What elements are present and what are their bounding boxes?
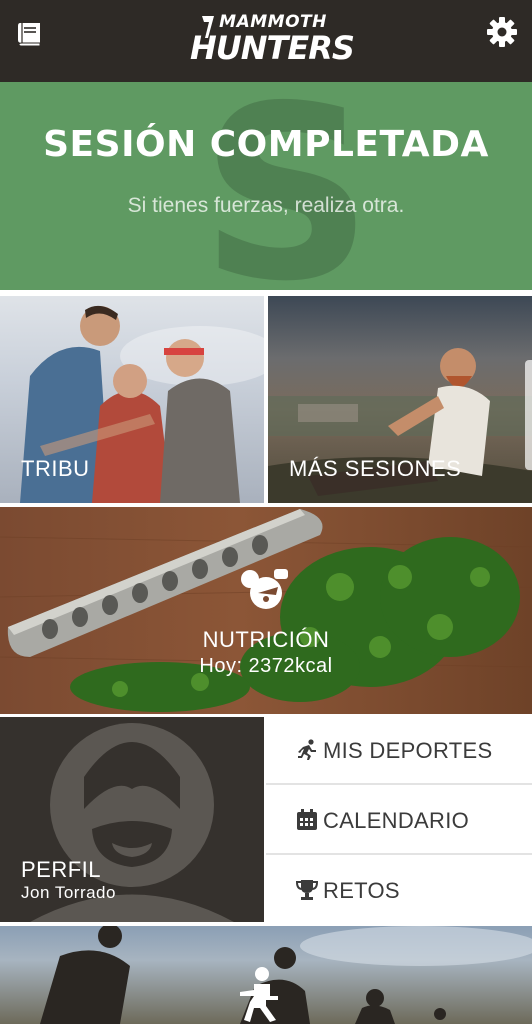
banner-watermark: S: [200, 82, 373, 290]
calendar-icon: [297, 809, 317, 830]
banner-subtitle: Si tienes fuerzas, realiza otra.: [127, 194, 405, 217]
app-logo: MAMMOTH HUNTERS: [190, 14, 355, 74]
menu-item-label: RETOS: [323, 878, 400, 903]
running-icon: [298, 739, 316, 760]
mammoth-tusk-icon: [202, 16, 214, 38]
shortcut-menu: MIS DEPORTES CALENDARIO RETOS: [266, 717, 532, 922]
profile-tile[interactable]: PERFIL Jon Torrado: [0, 717, 264, 922]
banner-title: SESIÓN COMPLETADA: [43, 124, 489, 165]
gear-icon[interactable]: [486, 16, 518, 48]
more-sessions-tile[interactable]: MÁS SESIONES: [268, 296, 532, 503]
top-bar: MAMMOTH HUNTERS: [0, 0, 532, 82]
nutrition-calories: Hoy: 2372kcal: [199, 655, 333, 677]
nutrition-label: NUTRICIÓN: [202, 627, 330, 652]
profile-username: Jon Torrado: [21, 883, 116, 902]
book-icon[interactable]: [14, 20, 46, 48]
scroll-indicator[interactable]: [525, 360, 532, 470]
nutrition-icon: [236, 565, 294, 611]
session-complete-banner[interactable]: S SESIÓN COMPLETADA Si tienes fuerzas, r…: [0, 82, 532, 290]
menu-item-label: CALENDARIO: [323, 808, 470, 833]
tribu-label: TRIBU: [21, 456, 90, 481]
tribu-tile[interactable]: TRIBU: [0, 296, 264, 503]
profile-label: PERFIL: [21, 857, 102, 882]
menu-item-retos[interactable]: RETOS: [266, 857, 532, 925]
more-sessions-label: MÁS SESIONES: [289, 456, 462, 481]
menu-item-mis-deportes[interactable]: MIS DEPORTES: [266, 717, 532, 785]
squat-icon: [232, 966, 292, 1024]
menu-item-calendario[interactable]: CALENDARIO: [266, 787, 532, 855]
menu-item-label: MIS DEPORTES: [323, 738, 493, 763]
trophy-icon: [296, 880, 318, 900]
nutrition-tile[interactable]: NUTRICIÓN Hoy: 2372kcal: [0, 507, 532, 714]
workout-tile[interactable]: [0, 926, 532, 1024]
